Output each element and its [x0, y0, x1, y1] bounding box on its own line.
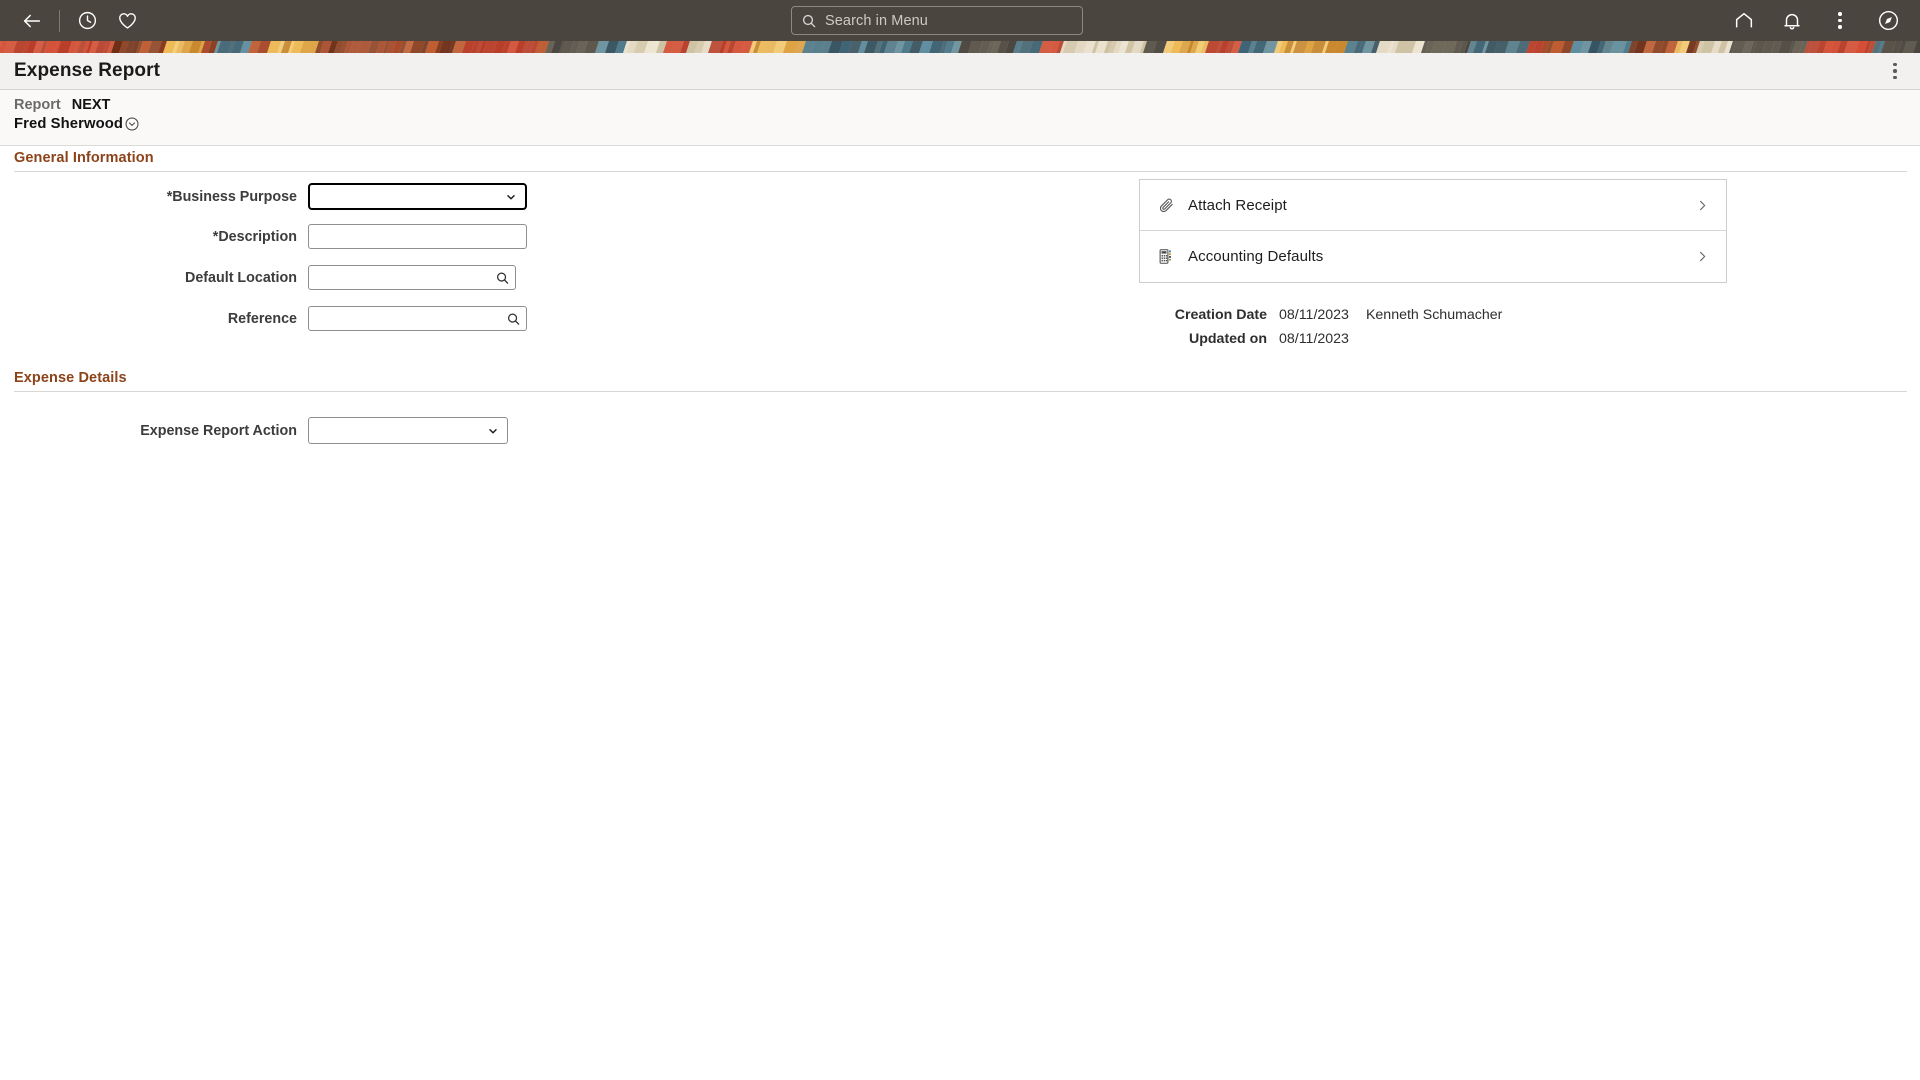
- expense-report-action-label: Expense Report Action: [140, 422, 297, 439]
- accounting-defaults-link[interactable]: Accounting Defaults: [1140, 231, 1726, 282]
- description-input[interactable]: [308, 224, 527, 249]
- chevron-down-icon: [505, 191, 517, 203]
- description-label: *Description: [212, 228, 297, 245]
- expense-report-action-select[interactable]: [308, 417, 508, 444]
- chevron-right-icon: [1695, 249, 1710, 264]
- page-actions-kebab-icon[interactable]: [1884, 60, 1906, 82]
- attach-receipt-link[interactable]: Attach Receipt: [1140, 180, 1726, 231]
- field-row-default-location: Default Location: [0, 265, 516, 290]
- section-title: General Information: [14, 150, 154, 166]
- creation-user-value: Kenneth Schumacher: [1365, 307, 1503, 323]
- report-id-row: Report NEXT: [14, 97, 1920, 113]
- chevron-down-icon: [487, 425, 499, 437]
- page-title-bar: Expense Report: [0, 53, 1920, 90]
- search-input[interactable]: Search in Menu: [791, 6, 1083, 35]
- heart-icon[interactable]: [107, 0, 147, 41]
- main-content: General Information *Business Purpose *D…: [0, 147, 1920, 1080]
- search-icon: [801, 13, 817, 29]
- section-divider: [14, 171, 1907, 172]
- paperclip-icon: [1158, 197, 1182, 214]
- section-header-expense-details: Expense Details: [14, 369, 1907, 392]
- field-row-reference: Reference: [0, 306, 527, 331]
- field-row-expense-report-action: Expense Report Action: [0, 417, 508, 444]
- header-divider: [59, 9, 60, 32]
- reference-label: Reference: [227, 310, 297, 327]
- chevron-right-icon: [1695, 198, 1710, 213]
- kebab-menu-icon[interactable]: [1816, 0, 1864, 41]
- updated-on-label: Updated on: [1188, 331, 1267, 347]
- business-purpose-label: *Business Purpose: [166, 188, 297, 205]
- updated-on-row: Updated on 08/11/2023: [1139, 331, 1727, 347]
- default-location-input[interactable]: [308, 265, 516, 290]
- default-location-label: Default Location: [185, 269, 297, 286]
- accounting-defaults-label: Accounting Defaults: [1188, 248, 1324, 265]
- search-icon[interactable]: [506, 311, 521, 326]
- employee-name: Fred Sherwood: [14, 116, 123, 132]
- page-title: Expense Report: [14, 60, 161, 81]
- section-divider: [14, 391, 1907, 392]
- quick-links-panel: Attach Receipt Accounting Defaults: [1139, 179, 1727, 283]
- employee-row[interactable]: Fred Sherwood: [14, 116, 1920, 132]
- creation-date-row: Creation Date 08/11/2023 Kenneth Schumac…: [1139, 307, 1727, 323]
- section-header-general-information: General Information: [14, 149, 1907, 172]
- home-icon[interactable]: [1720, 0, 1768, 41]
- field-row-description: *Description: [0, 224, 527, 249]
- decorative-banner-strip: [0, 41, 1920, 53]
- global-header-left-icons: [0, 0, 147, 41]
- section-title: Expense Details: [14, 370, 127, 386]
- report-sub-header: Report NEXT Fred Sherwood: [0, 90, 1920, 146]
- accounting-calculator-icon: [1158, 248, 1182, 265]
- compass-icon[interactable]: [1864, 0, 1912, 41]
- search-icon[interactable]: [495, 270, 510, 285]
- attach-receipt-label: Attach Receipt: [1188, 196, 1287, 214]
- creation-date-label: Creation Date: [1174, 307, 1267, 323]
- reference-input[interactable]: [308, 306, 527, 331]
- report-value: NEXT: [71, 97, 111, 113]
- global-header: Search in Menu: [0, 0, 1920, 41]
- field-row-business-purpose: *Business Purpose: [0, 183, 527, 210]
- global-header-right-icons: [1720, 0, 1912, 41]
- back-arrow-icon[interactable]: [12, 0, 52, 41]
- bell-icon[interactable]: [1768, 0, 1816, 41]
- clock-icon[interactable]: [67, 0, 107, 41]
- updated-on-value: 08/11/2023: [1279, 331, 1349, 347]
- search-placeholder: Search in Menu: [825, 12, 928, 29]
- business-purpose-select[interactable]: [308, 183, 527, 210]
- creation-date-value: 08/11/2023: [1279, 307, 1349, 323]
- report-metadata: Creation Date 08/11/2023 Kenneth Schumac…: [1139, 307, 1727, 355]
- report-label: Report: [14, 97, 61, 113]
- chevron-down-circle-icon[interactable]: [124, 116, 140, 132]
